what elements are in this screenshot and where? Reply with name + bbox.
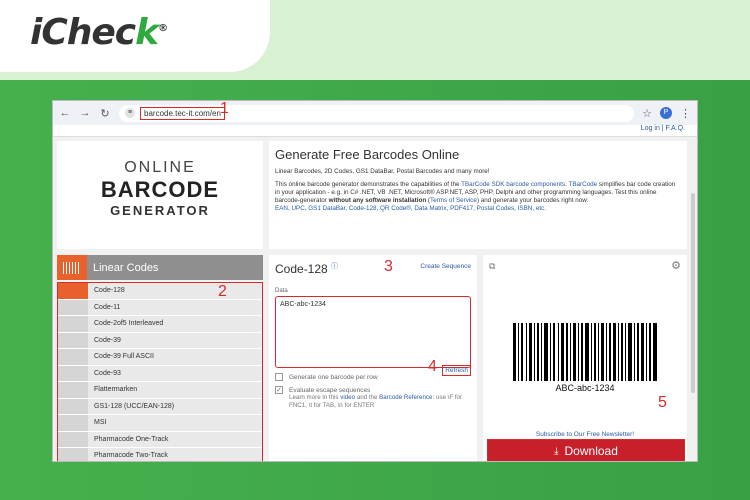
barcode-image: [513, 323, 657, 381]
page-title: Generate Free Barcodes Online: [275, 147, 460, 162]
sidebar-item-pharmacode-one[interactable]: Pharmacode One-Track: [58, 431, 262, 448]
data-label: Data: [275, 288, 288, 294]
url-text[interactable]: barcode.tec-it.com/en: [140, 106, 225, 120]
sidebar-item-code-128[interactable]: Code-128: [58, 283, 262, 300]
intro-subtitle: Linear Barcodes, 2D Codes, GS1 DataBar, …: [275, 168, 490, 175]
login-faq-link[interactable]: Log in | F.A.Q.: [53, 125, 697, 137]
page-scrollbar[interactable]: [691, 193, 695, 393]
sidebar-item-pharmacode-two[interactable]: Pharmacode Two-Track: [58, 448, 262, 461]
tbarcode-link[interactable]: TBarCode: [568, 181, 597, 188]
gear-icon[interactable]: ⚙: [671, 259, 681, 272]
create-sequence-link[interactable]: Create Sequence: [420, 263, 471, 270]
annotation-4: 4: [428, 358, 437, 375]
sidebar-item-gs1-128[interactable]: GS1-128 (UCC/EAN-128): [58, 398, 262, 415]
barcode-preview: ⧉ ⚙ ABC-abc-1234 Subscribe to Our Free N…: [483, 255, 687, 461]
newsletter-link[interactable]: Subscribe to Our Free Newsletter!: [483, 431, 687, 438]
page-content: ONLINE BARCODE GENERATOR Generate Free B…: [53, 137, 697, 461]
barcode-type-links[interactable]: EAN, UPC, GS1 DataBar, Code-128, QR Code…: [275, 205, 546, 212]
reload-icon[interactable]: ↻: [99, 107, 111, 120]
back-icon[interactable]: ←: [59, 107, 71, 119]
barcode-icon: [57, 255, 87, 280]
barcode-type-list: Code-128 Code-11 Code-2of5 Interleaved C…: [57, 282, 263, 461]
icheck-logo: iCheck®: [30, 12, 168, 53]
browser-toolbar: ← → ↻ ≡ barcode.tec-it.com/en ☆ P ⋮: [53, 101, 697, 125]
barcode-text: ABC-abc-1234: [555, 383, 615, 393]
avatar[interactable]: P: [660, 107, 672, 119]
site-info-icon[interactable]: ≡: [125, 108, 135, 118]
forward-icon[interactable]: →: [79, 107, 91, 119]
info-icon[interactable]: ⓘ: [331, 263, 338, 270]
tbarcode-sdk-link[interactable]: TBarCode SDK barcode components: [461, 181, 565, 188]
sidebar-item-code-11[interactable]: Code-11: [58, 299, 262, 316]
checkbox-one-per-row[interactable]: [275, 373, 283, 381]
site-logo[interactable]: ONLINE BARCODE GENERATOR: [57, 141, 263, 249]
copy-icon[interactable]: ⧉: [489, 261, 495, 272]
terms-link[interactable]: Terms of Service: [430, 197, 477, 204]
barcode-type-sidebar: Linear Codes Code-128 Code-11 Code-2of5 …: [57, 255, 263, 461]
option-escape-sequences[interactable]: ✓ Evaluate escape sequences: [275, 386, 471, 394]
sidebar-item-code-39[interactable]: Code-39: [58, 332, 262, 349]
browser-window: ← → ↻ ≡ barcode.tec-it.com/en ☆ P ⋮ Log …: [52, 100, 698, 462]
intro-description: This online barcode generator demonstrat…: [275, 181, 676, 212]
intro-panel: Generate Free Barcodes Online Linear Bar…: [269, 141, 687, 249]
sidebar-heading[interactable]: Linear Codes: [57, 255, 263, 280]
refresh-button[interactable]: Refresh: [442, 365, 471, 376]
data-input[interactable]: ABC-abc-1234: [275, 296, 471, 368]
annotation-1: 1: [220, 100, 229, 117]
download-button[interactable]: ⤓ Download: [487, 439, 685, 461]
sidebar-item-code-39-full[interactable]: Code-39 Full ASCII: [58, 349, 262, 366]
escape-hint: Learn more in this video and the Barcode…: [289, 394, 463, 409]
sidebar-item-code-2of5[interactable]: Code-2of5 Interleaved: [58, 316, 262, 333]
star-icon[interactable]: ☆: [642, 107, 652, 120]
annotation-5: 5: [658, 394, 667, 411]
address-bar[interactable]: ≡ barcode.tec-it.com/en: [119, 104, 635, 122]
sidebar-item-flattermarken[interactable]: Flattermarken: [58, 382, 262, 399]
annotation-2: 2: [218, 283, 227, 300]
download-icon: ⤓: [554, 445, 559, 457]
barcode-reference-link[interactable]: Barcode Reference: [379, 394, 432, 401]
sidebar-item-code-93[interactable]: Code-93: [58, 365, 262, 382]
checkbox-escape-sequences[interactable]: ✓: [275, 386, 283, 394]
annotation-3: 3: [384, 258, 393, 275]
menu-icon[interactable]: ⋮: [680, 107, 691, 120]
barcode-form: Code-128 ⓘ Create Sequence Data ABC-abc-…: [269, 255, 477, 461]
video-link[interactable]: video: [340, 394, 355, 401]
sidebar-item-msi[interactable]: MSI: [58, 415, 262, 432]
